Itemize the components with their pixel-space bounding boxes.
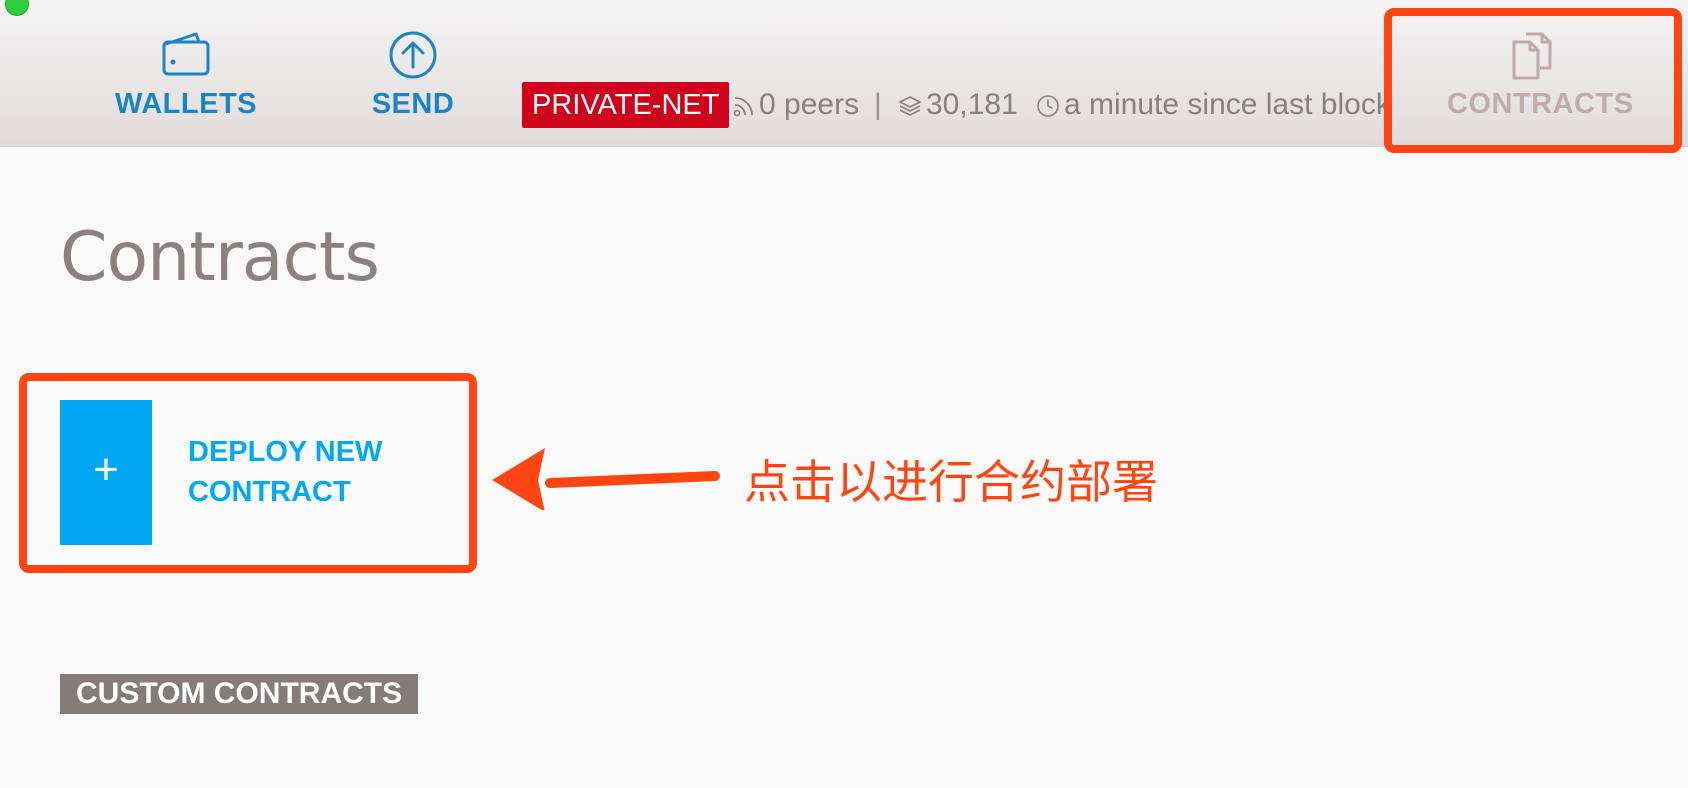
nav-send-label: SEND [371, 88, 455, 120]
block-height: 30,181 [926, 88, 1018, 121]
arrow-up-circle-icon [389, 31, 437, 79]
peers-count: 0 peers [759, 88, 860, 121]
nav-contracts-label: CONTRACTS [1447, 88, 1634, 120]
nav-send[interactable]: SEND [328, 30, 498, 130]
block-height-status: 30,181 [898, 82, 1018, 128]
page-title: Contracts [60, 218, 380, 297]
last-block-time: a minute since last block [1064, 88, 1391, 121]
nav-wallets-label: WALLETS [114, 88, 258, 120]
status-separator: | [874, 88, 882, 121]
layers-icon [899, 96, 921, 116]
last-block-status: a minute since last block [1036, 82, 1391, 128]
deploy-new-contract-button[interactable]: + DEPLOY NEW CONTRACT [60, 400, 440, 545]
custom-contracts-heading: CUSTOM CONTRACTS [60, 674, 419, 714]
top-nav-bar: WALLETS SEND PRIVATE-NET 0 peers | 30,18… [0, 0, 1688, 147]
app-window: WALLETS SEND PRIVATE-NET 0 peers | 30,18… [0, 0, 1688, 788]
nav-contracts[interactable]: CONTRACTS [1447, 30, 1634, 130]
documents-icon [1512, 32, 1552, 80]
network-badge: PRIVATE-NET [522, 82, 730, 128]
peers-status: 0 peers [733, 82, 859, 128]
arrow-left-icon [492, 448, 720, 510]
annotation-callout: 点击以进行合约部署 [744, 455, 1158, 509]
plus-icon: + [60, 400, 152, 545]
deploy-new-contract-label: DEPLOY NEW CONTRACT [188, 436, 383, 508]
nav-wallets[interactable]: WALLETS [101, 30, 271, 130]
wallet-icon [162, 32, 210, 76]
rss-icon [733, 97, 753, 117]
window-zoom-button[interactable] [5, 0, 29, 16]
clock-icon [1037, 95, 1059, 117]
